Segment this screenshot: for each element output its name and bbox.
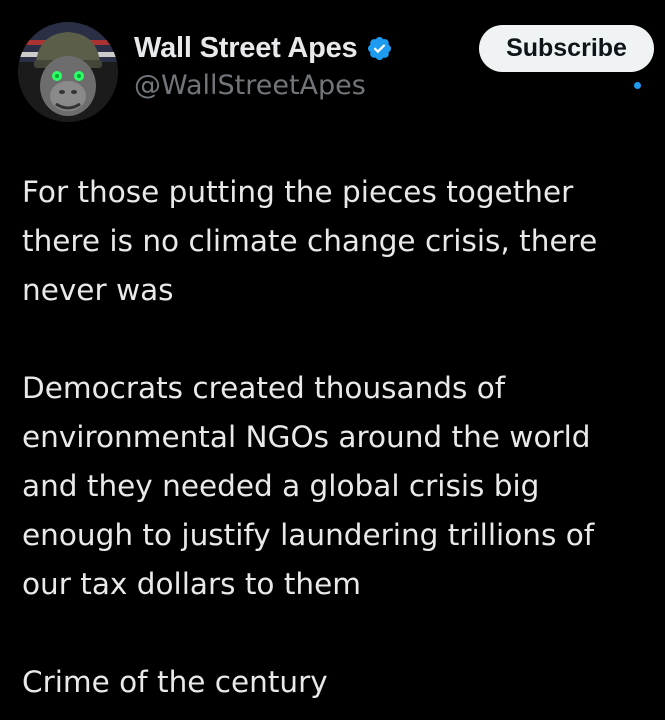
post-card: Wall Street Apes @WallStreetApes Subscri…: [0, 0, 665, 720]
gorilla-helmet-avatar-icon: [18, 22, 118, 122]
post-text-line: enough to justify laundering trillions o…: [22, 518, 595, 552]
post-text-line: Crime of the century: [22, 665, 328, 699]
post-paragraph: For those putting the pieces together th…: [22, 168, 652, 315]
subscribe-button[interactable]: Subscribe: [479, 25, 654, 72]
notification-dot: [634, 82, 641, 89]
post-text-line: environmental NGOs around the world: [22, 420, 591, 454]
post-text-line: For those putting the pieces together: [22, 175, 574, 209]
post-text-line: our tax dollars to them: [22, 567, 361, 601]
author-avatar[interactable]: [18, 22, 118, 122]
post-text-line: there is no climate change crisis, there: [22, 224, 598, 258]
author-display-name[interactable]: Wall Street Apes: [134, 32, 358, 65]
post-text: For those putting the pieces together th…: [22, 168, 652, 707]
post-paragraph: Democrats created thousands of environme…: [22, 364, 652, 609]
post-text-line: and they needed a global crisis big: [22, 469, 540, 503]
post-paragraph: Crime of the century: [22, 658, 652, 707]
verified-badge-icon: [367, 36, 391, 60]
post-text-line: never was: [22, 273, 174, 307]
author-name-row: Wall Street Apes: [134, 30, 393, 66]
post-text-line: Democrats created thousands of: [22, 371, 506, 405]
author-handle[interactable]: @WallStreetApes: [134, 70, 366, 101]
